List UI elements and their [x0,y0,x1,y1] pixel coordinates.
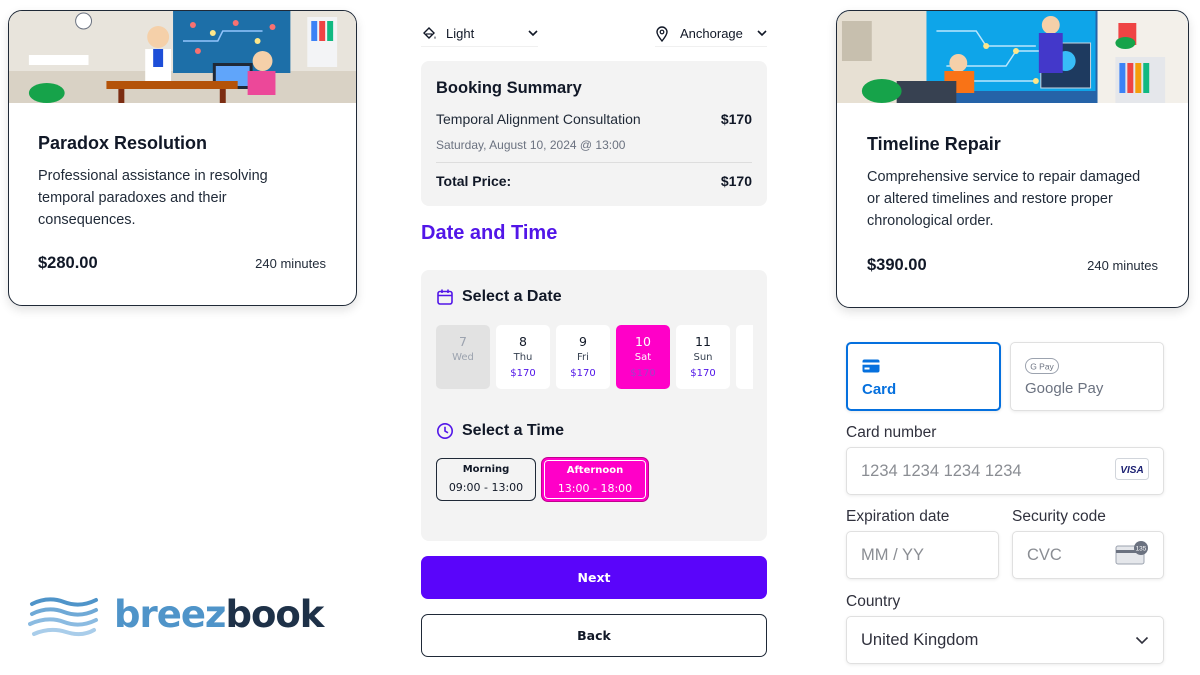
visa-icon: VISA [1115,457,1149,485]
select-date-heading: Select a Date [436,288,562,306]
select-time-label: Select a Time [462,422,564,439]
security-code-placeholder: CVC [1027,545,1062,564]
card-number-input[interactable]: 1234 1234 1234 1234 VISA [846,447,1164,495]
date-option-12[interactable]: 12 $ [736,325,753,389]
chevron-down-icon [528,30,538,37]
date-price: $170 [690,368,716,379]
clock-icon [437,423,453,439]
time-slot-range: 09:00 - 13:00 [448,481,524,494]
date-option-11[interactable]: 11 Sun $170 [676,325,730,389]
summary-total-label: Total Price: [436,173,512,189]
chevron-down-icon [1135,631,1149,650]
security-code-label: Security code [1012,508,1106,525]
date-option-9[interactable]: 9 Fri $170 [556,325,610,389]
date-number: 7 [459,334,467,349]
card-description: Comprehensive service to repair damaged … [867,169,1141,229]
card-duration: 240 minutes [255,256,326,271]
time-slot-label: Afternoon [566,465,624,476]
summary-divider [436,162,752,163]
card-description: Professional assistance in resolving tem… [38,168,268,228]
time-slot-range: 13:00 - 18:00 [557,482,633,495]
chevron-down-icon [757,30,767,37]
logo-breez: breez [114,593,226,636]
date-number: 11 [695,334,711,349]
summary-item-name: Temporal Alignment Consultation [436,111,641,127]
card-number-label: Card number [846,424,937,441]
card-price: $390.00 [867,256,927,274]
card-duration: 240 minutes [1087,258,1158,273]
date-price: $170 [630,368,656,379]
logo-wordmark: breezbook [114,593,324,636]
payment-tab-google-pay[interactable]: G Pay Google Pay [1010,342,1164,411]
payment-tab-card[interactable]: Card [846,342,1001,411]
google-pay-badge-text: G Pay [1030,362,1054,372]
date-number: 10 [635,334,651,349]
summary-item-datetime: Saturday, August 10, 2024 @ 13:00 [436,138,626,152]
expiration-date-label: Expiration date [846,508,950,525]
date-price: $170 [570,368,596,379]
booking-summary: Booking Summary Temporal Alignment Consu… [421,61,767,206]
date-weekday: Thu [513,352,533,363]
card-illustration [9,11,356,103]
select-date-label: Select a Date [462,288,562,305]
service-card-timeline-repair[interactable]: Timeline Repair Comprehensive service to… [836,10,1189,308]
summary-item-price: $170 [720,111,752,127]
theme-selector[interactable]: Light [421,21,538,47]
waves-logo-icon [28,597,98,637]
payment-tab-label: Card [862,381,897,398]
paint-bucket-icon [421,26,439,42]
cvc-card-icon: 135 [1115,540,1149,570]
date-price: $170 [510,368,536,379]
date-weekday: Fri [577,352,589,363]
select-time-heading: Select a Time [436,422,564,440]
time-slot-label: Morning [462,464,510,475]
visa-brand-text: VISA [1120,465,1143,476]
card-illustration [837,11,1188,103]
next-button[interactable]: Next [421,556,767,599]
card-title: Paradox Resolution [38,133,208,153]
back-button[interactable]: Back [421,614,767,657]
date-option-7[interactable]: 7 Wed [436,325,490,389]
date-option-10[interactable]: 10 Sat $170 [616,325,670,389]
date-strip: 7 Wed 8 Thu $170 9 Fri $170 10 Sat $170 … [436,325,753,389]
date-number: 12 [736,334,753,349]
date-time-panel: Select a Date 7 Wed 8 Thu $170 9 Fri $17… [421,270,767,541]
date-price: $ [736,354,753,365]
credit-card-icon [862,359,880,378]
country-select-value: United Kingdom [861,630,979,649]
expiration-date-input[interactable]: MM / YY [846,531,999,579]
date-time-heading: Date and Time [421,222,558,244]
country-label: Country [846,593,901,610]
time-slot-afternoon[interactable]: Afternoon 13:00 - 18:00 [542,458,648,501]
summary-total-value: $170 [720,173,752,189]
expiration-date-placeholder: MM / YY [861,545,924,564]
date-weekday: Wed [452,352,474,363]
date-number: 9 [579,334,587,349]
theme-selector-value: Light [446,26,475,41]
cvc-badge-text: 135 [1136,545,1147,552]
date-weekday: Sun [693,352,713,363]
location-selector[interactable]: Anchorage [655,21,767,47]
location-selector-value: Anchorage [680,26,743,41]
card-title: Timeline Repair [867,134,1001,154]
card-price: $280.00 [38,254,98,272]
logo-book: book [225,593,324,636]
calendar-icon [437,289,453,305]
time-slot-morning[interactable]: Morning 09:00 - 13:00 [436,458,536,501]
card-number-placeholder: 1234 1234 1234 1234 [861,461,1022,480]
breezbook-logo: breezbook [28,592,328,642]
google-pay-icon: G Pay [1025,358,1059,379]
date-number: 8 [519,334,527,349]
booking-summary-title: Booking Summary [436,79,582,97]
date-option-8[interactable]: 8 Thu $170 [496,325,550,389]
country-select[interactable]: United Kingdom [846,616,1164,664]
map-pin-icon [655,25,673,42]
date-weekday: Sat [634,352,652,363]
payment-tab-label: Google Pay [1025,380,1104,397]
service-card-paradox-resolution[interactable]: Paradox Resolution Professional assistan… [8,10,357,306]
security-code-input[interactable]: CVC 135 [1012,531,1164,579]
